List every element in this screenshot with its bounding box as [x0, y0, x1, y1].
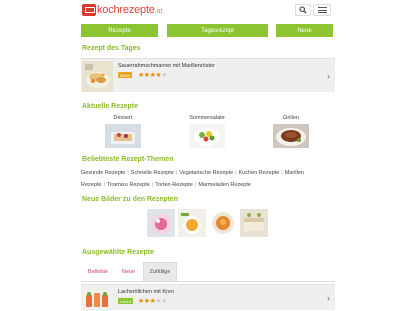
difficulty-badge: Leicht: [118, 298, 133, 304]
logo-tld: .at: [154, 7, 163, 15]
new-pictures-strip: [147, 209, 268, 237]
selected-recipes-title: Ausgewählte Rezepte: [82, 249, 154, 256]
recipe-photo[interactable]: [147, 209, 175, 237]
recipe-thumbnail: [82, 287, 113, 311]
category-label: Dessert: [113, 115, 133, 121]
recipe-of-day-title: Rezept des Tages: [82, 45, 141, 52]
recipe-of-day-card[interactable]: Sauerrahmschmarren mit Marillenröster Mi…: [81, 58, 335, 92]
site-logo[interactable]: kochrezepte .at: [82, 3, 163, 16]
main-nav: Rezepte Tagesrezept Neue: [81, 24, 333, 37]
theme-link[interactable]: Torten-Rezepte: [155, 182, 193, 188]
logo-pot-icon: [82, 3, 96, 16]
theme-link[interactable]: Kuchen Rezepte: [239, 170, 280, 176]
chevron-right-icon: ›: [327, 293, 330, 303]
recipe-photo[interactable]: [178, 209, 206, 237]
search-icon: [299, 6, 307, 14]
theme-link[interactable]: Gesunde Rezepte: [81, 170, 125, 176]
hamburger-icon: [317, 7, 327, 13]
difficulty-badge: Mittel: [118, 72, 132, 78]
app-header: kochrezepte .at: [0, 0, 413, 20]
category-label: Grillen: [283, 115, 299, 121]
theme-link[interactable]: Tiramisu Rezepte: [107, 182, 150, 188]
tab-popular[interactable]: Beliebte: [81, 262, 115, 281]
recipe-photo[interactable]: [209, 209, 237, 237]
tab-random[interactable]: Zufällige: [143, 262, 177, 281]
category-summer-salads[interactable]: Sommersalate: [185, 115, 229, 150]
star-icon: ★: [161, 298, 167, 305]
theme-link[interactable]: Schnelle Rezepte: [131, 170, 174, 176]
category-image: [273, 124, 309, 148]
recipe-thumbnail: [82, 61, 113, 92]
nav-recipes-button[interactable]: Rezepte: [81, 24, 158, 37]
popular-themes-title: Beliebteste Rezept-Themen: [82, 156, 174, 163]
theme-list: Gesunde Rezepte | Schnelle Rezepte | Vegetar…: [81, 170, 304, 188]
tabs-divider: [81, 281, 335, 282]
search-button[interactable]: [295, 4, 311, 16]
category-grilling[interactable]: Grillen: [271, 115, 311, 150]
recipe-photo[interactable]: [240, 209, 268, 237]
nav-daily-recipe-button[interactable]: Tagesrezept: [167, 24, 268, 37]
theme-link[interactable]: Vegetarische Rezepte: [179, 170, 233, 176]
star-icon: ★: [161, 72, 167, 79]
logo-brand: kochrezepte: [97, 3, 155, 16]
new-pictures-title: Neue Bilder zu den Rezepten: [82, 196, 179, 203]
recipe-name: Lachsröllchen mit Kren: [118, 289, 174, 295]
recipe-name: Sauerrahmschmarren mit Marillenröster: [118, 63, 215, 69]
nav-new-button[interactable]: Neue: [276, 24, 333, 37]
category-label: Sommersalate: [189, 115, 225, 121]
selected-tabs: Beliebte Neue Zufällige: [81, 262, 335, 281]
chevron-right-icon: ›: [327, 71, 330, 81]
rating-stars: ★★★★★: [138, 297, 167, 305]
menu-button[interactable]: [313, 4, 331, 16]
tab-new[interactable]: Neue: [115, 262, 142, 281]
rating-stars: ★★★★★: [138, 71, 167, 79]
category-dessert[interactable]: Dessert: [103, 115, 143, 150]
category-image: [189, 124, 225, 148]
category-image: [105, 124, 141, 148]
theme-link[interactable]: Marmeladen Rezepte: [198, 182, 251, 188]
current-recipes-title: Aktuelle Rezepte: [82, 103, 139, 110]
selected-recipe-card[interactable]: Lachsröllchen mit Kren Leicht ★★★★★ ›: [81, 284, 335, 311]
